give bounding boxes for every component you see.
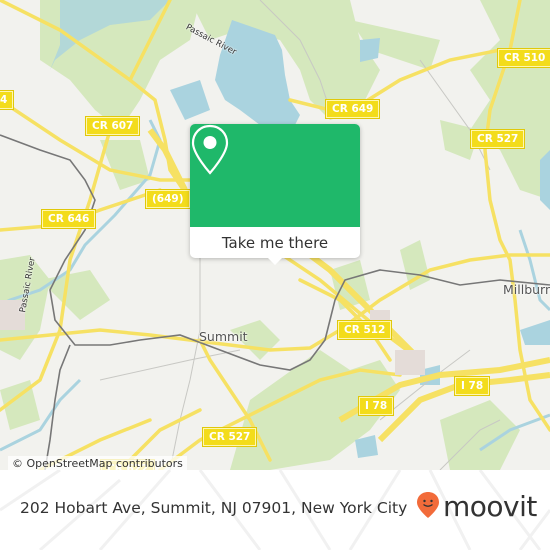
road-shield-cr649: CR 649: [326, 100, 380, 118]
map-view[interactable]: CR 607 (649) CR 646 CR 649 CR 510 CR 527…: [0, 0, 550, 470]
moovit-smiley-pin-icon: [416, 491, 440, 523]
address-text: 202 Hobart Ave, Summit, NJ 07901, New Yo…: [20, 499, 408, 517]
road-shield-i78-south: I 78: [359, 397, 394, 415]
footer-bar: 202 Hobart Ave, Summit, NJ 07901, New Yo…: [0, 470, 550, 550]
road-shield-partial: 4: [0, 91, 14, 109]
road-shield-cr512: CR 512: [338, 321, 392, 339]
popup-tail: [268, 258, 282, 265]
road-shield-cr607: CR 607: [86, 117, 140, 135]
brand-name: moovit: [443, 490, 537, 523]
road-shield-i78: I 78: [455, 377, 490, 395]
popup-header: [190, 124, 360, 227]
road-shield-649: (649): [146, 190, 190, 208]
road-shield-cr646: CR 646: [42, 210, 96, 228]
road-shield-cr527-south: CR 527: [203, 428, 257, 446]
place-label-millburn: Millburn: [503, 282, 550, 297]
moovit-logo[interactable]: moovit: [416, 491, 537, 523]
road-shield-cr510: CR 510: [498, 49, 550, 67]
location-popup: Take me there: [190, 124, 360, 265]
place-label-summit: Summit: [199, 329, 248, 344]
road-shield-cr527: CR 527: [471, 130, 525, 148]
take-me-there-button[interactable]: Take me there: [190, 227, 360, 258]
map-attribution[interactable]: © OpenStreetMap contributors: [8, 456, 187, 470]
